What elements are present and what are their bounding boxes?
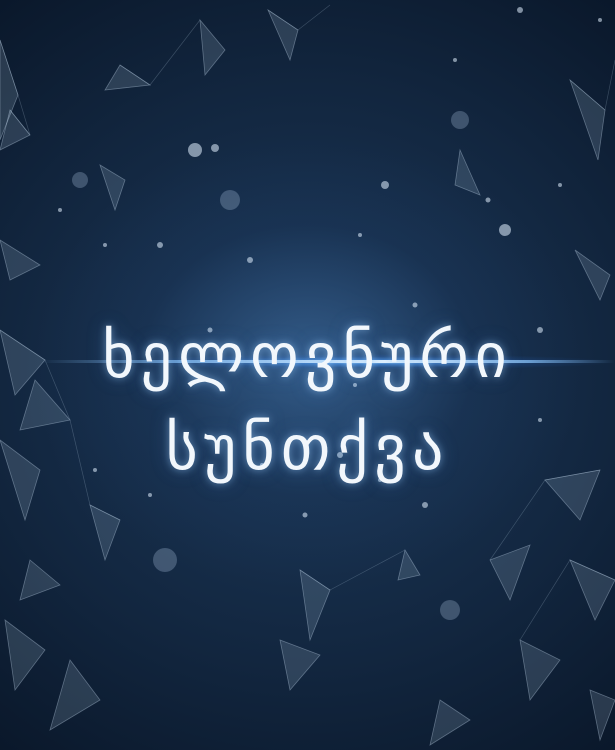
headline-line-1: ხელოვნური: [102, 318, 513, 392]
headline: ხელოვნური სუნთქვა: [0, 310, 615, 494]
video-frame: ხელოვნური სუნთქვა: [0, 0, 615, 750]
headline-line-2: სუნთქვა: [165, 410, 450, 484]
